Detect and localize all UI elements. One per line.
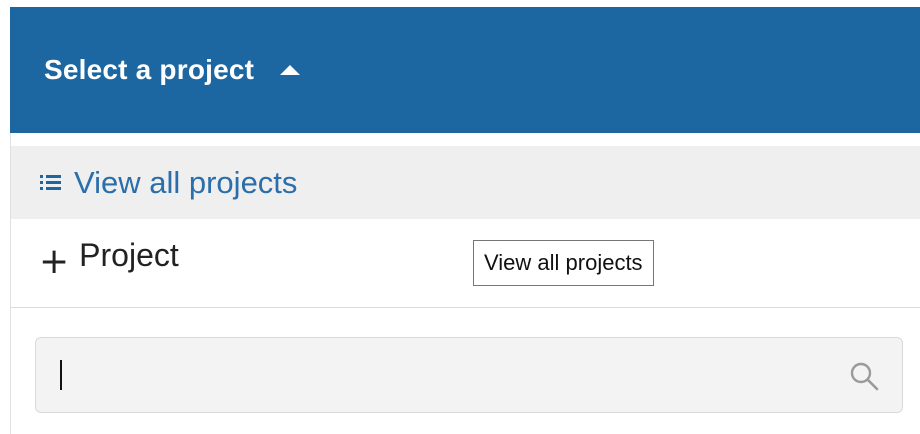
add-project-item[interactable]: + Project <box>11 219 920 308</box>
plus-icon: + <box>39 241 70 282</box>
header-title: Select a project <box>44 54 255 85</box>
view-all-projects-label: View all projects <box>74 164 298 200</box>
caret-up-icon[interactable] <box>280 65 301 75</box>
text-cursor <box>60 360 62 390</box>
project-dropdown: View all projects + Project View all pro… <box>10 133 920 434</box>
top-strip <box>0 0 920 7</box>
view-all-projects-item[interactable]: View all projects <box>11 146 920 219</box>
project-search-input[interactable] <box>56 338 840 414</box>
project-selector-header[interactable]: Select a project <box>10 7 920 133</box>
add-project-label: Project <box>79 237 179 273</box>
list-icon <box>40 174 61 191</box>
tooltip: View all projects <box>473 240 654 286</box>
project-selector-page: Select a project View all projects + Pro… <box>0 0 920 434</box>
search-icon[interactable] <box>848 360 880 392</box>
project-search-box[interactable] <box>35 337 903 414</box>
